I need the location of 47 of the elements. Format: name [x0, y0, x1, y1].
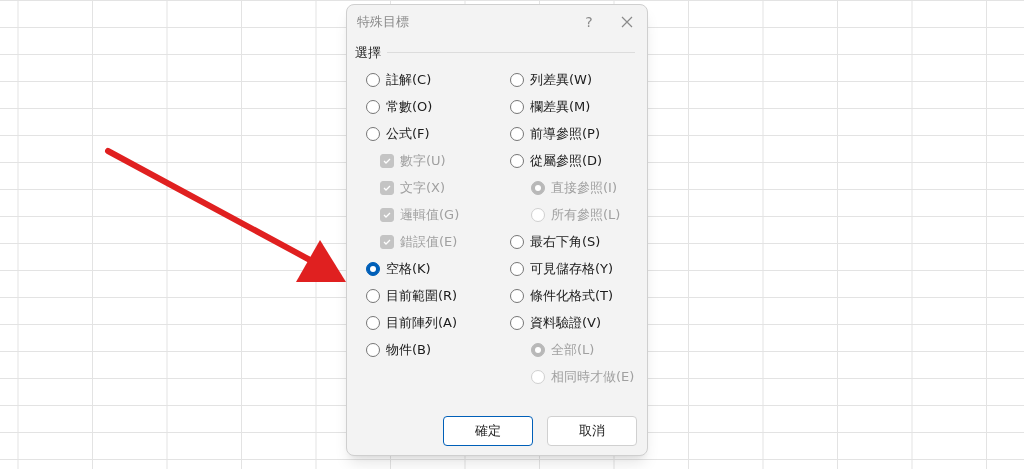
radio-button[interactable] [366, 262, 380, 276]
radio-button[interactable] [510, 235, 524, 249]
close-icon[interactable] [621, 16, 633, 28]
option-label: 列差異(W) [530, 71, 592, 90]
option-label: 目前範圍(R) [386, 287, 458, 306]
option-label: 最右下角(S) [530, 233, 601, 252]
option-label: 從屬參照(D) [530, 152, 603, 171]
option-label: 物件(B) [386, 341, 432, 360]
option-label: 所有參照(L) [551, 206, 621, 225]
option-label: 文字(X) [400, 179, 446, 198]
radio-button[interactable] [510, 316, 524, 330]
radio-button[interactable] [510, 127, 524, 141]
option-label: 錯誤值(E) [400, 233, 458, 252]
window-title: 特殊目標 [357, 13, 409, 32]
option-label: 註解(C) [386, 71, 432, 90]
radio-button[interactable] [510, 262, 524, 276]
checkmark-icon [382, 237, 392, 247]
radio-button[interactable] [366, 343, 380, 357]
option-label: 前導參照(P) [530, 125, 600, 144]
radio-button[interactable] [366, 73, 380, 87]
checkmark-icon [382, 183, 392, 193]
option-label: 邏輯值(G) [400, 206, 460, 225]
radio-button[interactable] [366, 100, 380, 114]
option-label: 目前陣列(A) [386, 314, 458, 333]
checkmark-icon [382, 156, 392, 166]
option-label: 欄差異(M) [530, 98, 591, 117]
radio-button[interactable] [366, 127, 380, 141]
option-label: 數字(U) [400, 152, 446, 171]
checkmark-icon [382, 210, 392, 220]
dialog-button[interactable]: 取消 [547, 416, 637, 446]
radio-button[interactable] [510, 289, 524, 303]
option-label: 相同時才做(E) [551, 368, 635, 387]
group-label: 選擇 [355, 44, 381, 62]
option-label: 全部(L) [551, 341, 595, 360]
radio-button[interactable] [510, 100, 524, 114]
radio-button[interactable] [366, 289, 380, 303]
radio-button[interactable] [510, 154, 524, 168]
option-label: 條件化格式(T) [530, 287, 614, 306]
option-label: 資料驗證(V) [530, 314, 602, 333]
option-label: 直接參照(I) [551, 179, 617, 198]
dialog-button[interactable]: 確定 [443, 416, 533, 446]
option-label: 常數(O) [386, 98, 433, 117]
option-label: 可見儲存格(Y) [530, 260, 614, 279]
radio-button[interactable] [510, 73, 524, 87]
option-label: 公式(F) [386, 125, 430, 144]
radio-button[interactable] [366, 316, 380, 330]
option-label: 空格(K) [386, 260, 431, 279]
